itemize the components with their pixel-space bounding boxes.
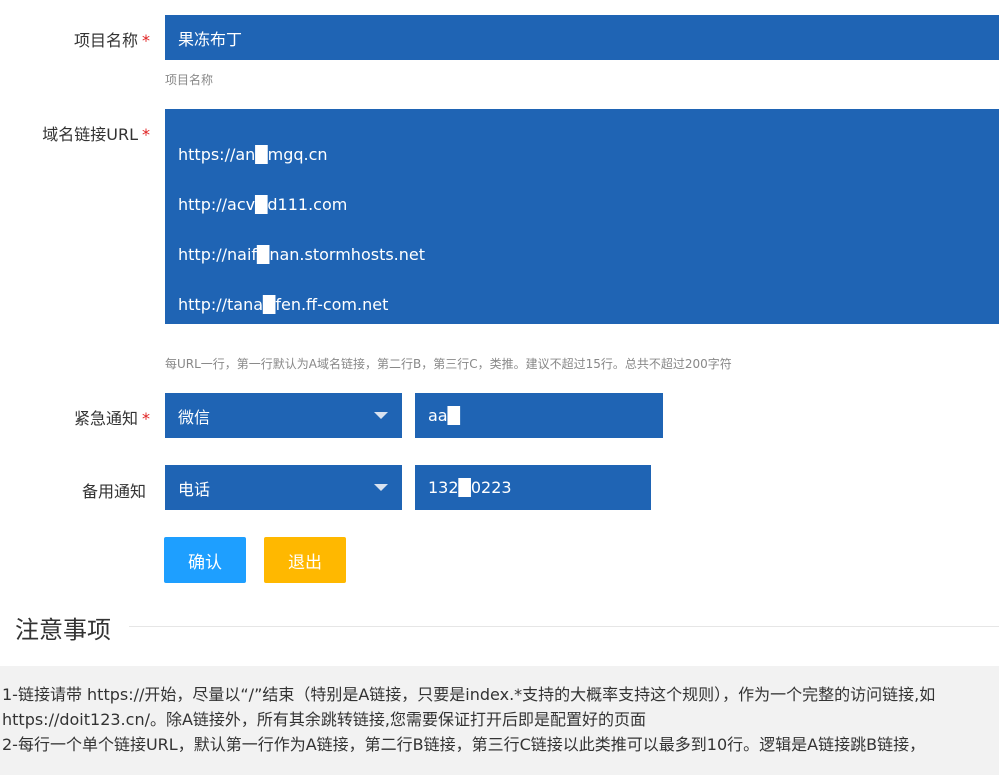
confirm-button[interactable]: 确认 xyxy=(164,537,246,583)
notes-title: 注意事项 xyxy=(15,616,111,644)
notes-panel: 1-链接请带 https://开始，尽量以“/”结束（特别是A链接，只要是ind… xyxy=(0,666,999,775)
chevron-down-icon xyxy=(374,484,388,491)
backup-notice-selected: 电话 xyxy=(178,479,211,499)
notes-line: 1-链接请带 https://开始，尽量以“/”结束（特别是A链接，只要是ind… xyxy=(2,685,936,704)
urgent-notice-label: 紧急通知 * xyxy=(0,405,150,429)
project-name-hint: 项目名称 xyxy=(165,73,214,87)
backup-notice-label: 备用通知 xyxy=(81,482,146,501)
url-line: http://naif█nan.stormhosts.net xyxy=(178,245,426,264)
domain-url-label-text: 域名链接URL xyxy=(42,125,138,144)
project-name-label-text: 项目名称 xyxy=(73,31,138,50)
project-name-label: 项目名称 * xyxy=(0,27,150,51)
required-mark: * xyxy=(142,31,150,50)
backup-notice-input[interactable]: 132█0223 xyxy=(415,465,651,510)
required-mark: * xyxy=(142,409,150,428)
project-name-input[interactable]: 果冻布丁 xyxy=(165,15,999,60)
url-line: https://an█mgq.cn xyxy=(178,145,328,164)
chevron-down-icon xyxy=(374,412,388,419)
domain-url-hint: 每URL一行，第一行默认为A域名链接，第二行B，第三行C，类推。建议不超过15行… xyxy=(165,357,732,371)
exit-button[interactable]: 退出 xyxy=(264,537,346,583)
urgent-notice-select[interactable]: 微信 xyxy=(165,393,402,438)
required-mark: * xyxy=(142,125,150,144)
notes-line: 2-每行一个单个链接URL，默认第一行作为A链接，第二行B链接，第三行C链接以此… xyxy=(2,735,926,754)
urgent-notice-selected: 微信 xyxy=(178,407,211,427)
domain-url-label: 域名链接URL * xyxy=(0,121,150,145)
notes-line: https://doit123.cn/。除A链接外，所有其余跳转链接,您需要保证… xyxy=(2,710,647,729)
url-line: http://tana█fen.ff-com.net xyxy=(178,295,389,314)
backup-notice-select[interactable]: 电话 xyxy=(165,465,402,510)
divider xyxy=(129,626,999,627)
urgent-notice-label-text: 紧急通知 xyxy=(73,409,138,428)
url-line: http://acv█d111.com xyxy=(178,195,348,214)
domain-url-textarea[interactable]: https://an█mgq.cn http://acv█d111.com ht… xyxy=(165,109,999,324)
urgent-notice-input[interactable]: aa█ xyxy=(415,393,663,438)
